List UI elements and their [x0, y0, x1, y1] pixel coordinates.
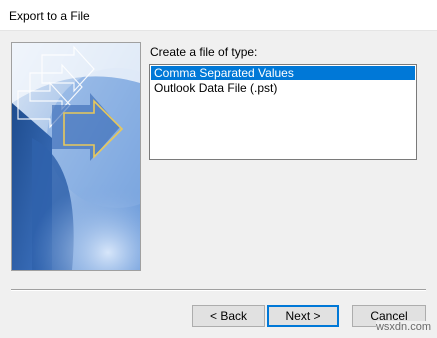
window-title: Export to a File [9, 9, 90, 23]
separator [11, 289, 426, 291]
title-bar: Export to a File [0, 0, 437, 31]
list-item-pst[interactable]: Outlook Data File (.pst) [151, 81, 415, 95]
watermark-text: wsxdn.com [375, 321, 431, 333]
back-button[interactable]: < Back [192, 305, 265, 327]
next-button[interactable]: Next > [267, 305, 339, 327]
wizard-banner-art [12, 43, 140, 270]
file-type-label: Create a file of type: [150, 45, 258, 59]
list-item-csv[interactable]: Comma Separated Values [151, 66, 415, 80]
file-type-listbox[interactable]: Comma Separated Values Outlook Data File… [149, 64, 417, 160]
wizard-banner-image [11, 42, 141, 271]
